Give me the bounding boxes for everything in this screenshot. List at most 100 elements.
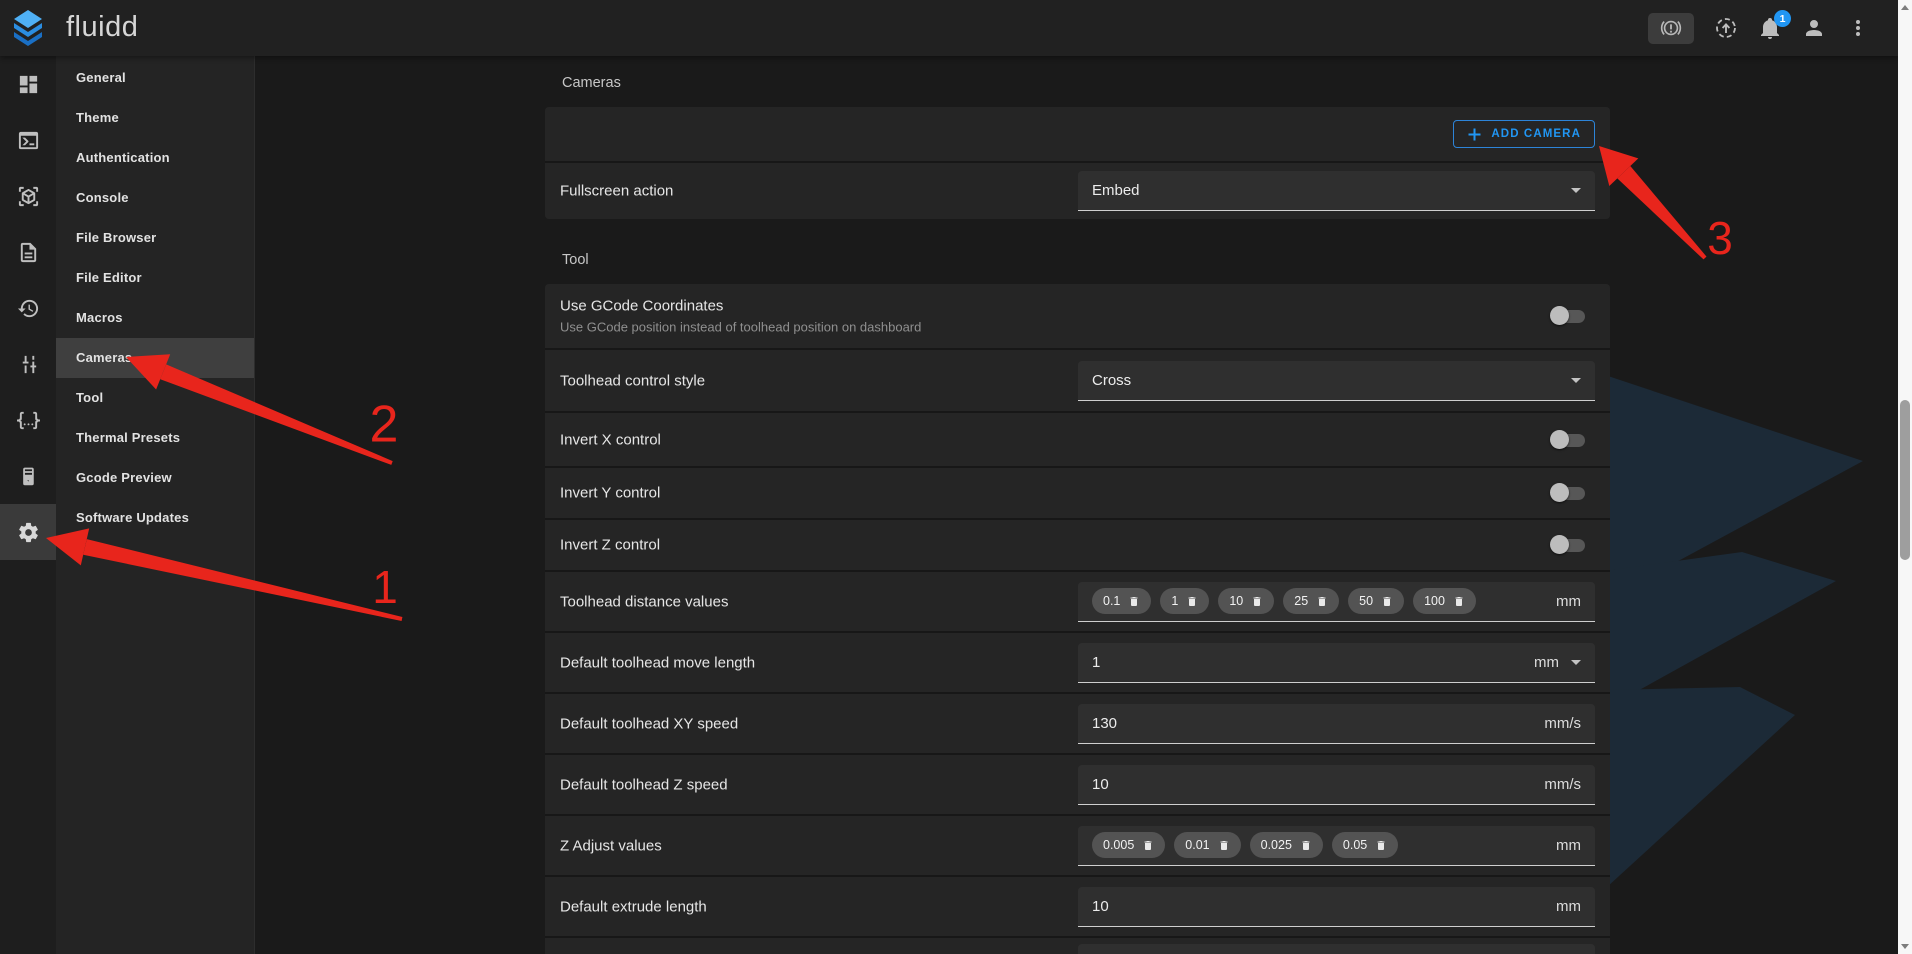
default-xy-speed-input[interactable]: 130 mm/s bbox=[1078, 704, 1595, 744]
chevron-down-icon bbox=[1571, 188, 1581, 193]
fullscreen-action-select[interactable]: Embed bbox=[1078, 171, 1595, 211]
rail-settings-icon[interactable] bbox=[0, 504, 56, 560]
menu-item-gcode-preview[interactable]: Gcode Preview bbox=[56, 458, 254, 498]
trash-icon[interactable] bbox=[1251, 595, 1263, 608]
invert-y-row: Invert Y control bbox=[545, 468, 1610, 518]
menu-item-thermal-presets[interactable]: Thermal Presets bbox=[56, 418, 254, 458]
chevron-down-icon[interactable] bbox=[1571, 660, 1581, 665]
menu-item-macros[interactable]: Macros bbox=[56, 298, 254, 338]
distance-chip[interactable]: 50 bbox=[1348, 588, 1404, 614]
scroll-up-arrow-icon[interactable] bbox=[1901, 5, 1909, 10]
rail-configure-icon[interactable] bbox=[0, 392, 56, 448]
trash-icon[interactable] bbox=[1218, 839, 1230, 852]
rail-gcode-preview-icon[interactable] bbox=[0, 168, 56, 224]
fluidd-logo-icon[interactable] bbox=[11, 9, 45, 47]
invert-y-toggle[interactable] bbox=[1550, 483, 1586, 503]
invert-x-label: Invert X control bbox=[560, 431, 661, 448]
cameras-card: ADD CAMERA Fullscreen action Embed bbox=[545, 107, 1610, 219]
menu-item-software-updates[interactable]: Software Updates bbox=[56, 498, 254, 538]
cameras-section-title: Cameras bbox=[562, 75, 621, 91]
account-icon bbox=[1802, 16, 1826, 40]
menu-item-general[interactable]: General bbox=[56, 58, 254, 98]
trash-icon[interactable] bbox=[1142, 839, 1154, 852]
app-bar-actions: 1 bbox=[1648, 0, 1870, 56]
toolhead-distance-values-row: Toolhead distance values 0.1 1 10 25 50 … bbox=[545, 572, 1610, 631]
trash-icon[interactable] bbox=[1375, 839, 1387, 852]
scrollbar-thumb[interactable] bbox=[1900, 400, 1910, 560]
default-xy-speed-row: Default toolhead XY speed 130 mm/s bbox=[545, 694, 1610, 753]
unit-suffix: mm bbox=[1556, 837, 1581, 854]
z-adjust-chip[interactable]: 0.01 bbox=[1174, 832, 1240, 858]
menu-item-console[interactable]: Console bbox=[56, 178, 254, 218]
add-camera-label: ADD CAMERA bbox=[1491, 128, 1581, 140]
use-gcode-coordinates-toggle[interactable] bbox=[1550, 306, 1586, 326]
rail-jobs-icon[interactable] bbox=[0, 224, 56, 280]
trash-icon[interactable] bbox=[1128, 595, 1140, 608]
trash-icon[interactable] bbox=[1381, 595, 1393, 608]
annotation-number-2: 2 bbox=[370, 396, 399, 454]
annotation-number-3: 3 bbox=[1707, 212, 1733, 264]
toolhead-control-style-select[interactable]: Cross bbox=[1078, 361, 1595, 401]
rail-tune-icon[interactable] bbox=[0, 336, 56, 392]
tool-section-title: Tool bbox=[562, 252, 589, 268]
app-title: fluidd bbox=[66, 0, 138, 56]
default-extrude-length-label: Default extrude length bbox=[560, 898, 707, 915]
toolhead-distance-values-label: Toolhead distance values bbox=[560, 593, 728, 610]
overflow-menu-button[interactable] bbox=[1846, 16, 1870, 40]
default-move-length-value: 1 bbox=[1092, 654, 1100, 671]
tool-card: Use GCode Coordinates Use GCode position… bbox=[545, 284, 1610, 954]
toolhead-control-style-row: Toolhead control style Cross bbox=[545, 350, 1610, 411]
rail-dashboard-icon[interactable] bbox=[0, 56, 56, 112]
use-gcode-coordinates-row: Use GCode Coordinates Use GCode position… bbox=[545, 284, 1610, 348]
invert-x-toggle[interactable] bbox=[1550, 430, 1586, 450]
menu-item-theme[interactable]: Theme bbox=[56, 98, 254, 138]
emergency-stop-button[interactable] bbox=[1648, 13, 1694, 44]
icon-rail bbox=[0, 56, 56, 954]
menu-item-tool[interactable]: Tool bbox=[56, 378, 254, 418]
add-camera-row: ADD CAMERA bbox=[545, 107, 1610, 161]
distance-chip[interactable]: 100 bbox=[1413, 588, 1476, 614]
distance-chip[interactable]: 0.1 bbox=[1092, 588, 1151, 614]
scroll-down-arrow-icon[interactable] bbox=[1901, 944, 1909, 949]
plus-icon bbox=[1467, 127, 1482, 142]
unit-suffix: mm/s bbox=[1544, 715, 1581, 732]
annotation-number-1: 1 bbox=[372, 561, 398, 613]
use-gcode-coordinates-subtitle: Use GCode position instead of toolhead p… bbox=[560, 320, 921, 335]
trash-icon[interactable] bbox=[1186, 595, 1198, 608]
update-arrow-icon bbox=[1714, 16, 1738, 40]
distance-chip[interactable]: 1 bbox=[1160, 588, 1209, 614]
add-camera-button[interactable]: ADD CAMERA bbox=[1453, 120, 1595, 148]
trash-icon[interactable] bbox=[1316, 595, 1328, 608]
default-move-length-input[interactable]: 1 mm bbox=[1078, 643, 1595, 683]
trash-icon[interactable] bbox=[1300, 839, 1312, 852]
default-z-speed-input[interactable]: 10 mm/s bbox=[1078, 765, 1595, 805]
toolhead-control-style-value: Cross bbox=[1092, 372, 1131, 389]
unit-suffix: mm/s bbox=[1544, 776, 1581, 793]
invert-z-toggle[interactable] bbox=[1550, 535, 1586, 555]
menu-item-authentication[interactable]: Authentication bbox=[56, 138, 254, 178]
distance-chip[interactable]: 10 bbox=[1218, 588, 1274, 614]
distance-chip[interactable]: 25 bbox=[1283, 588, 1339, 614]
rail-history-icon[interactable] bbox=[0, 280, 56, 336]
scrollbar[interactable] bbox=[1898, 0, 1912, 954]
z-adjust-values-row: Z Adjust values 0.005 0.01 0.025 0.05 mm bbox=[545, 816, 1610, 875]
update-status-button[interactable] bbox=[1714, 16, 1738, 40]
notifications-button[interactable]: 1 bbox=[1758, 16, 1782, 40]
menu-item-file-editor[interactable]: File Editor bbox=[56, 258, 254, 298]
unit-suffix: mm bbox=[1534, 654, 1559, 671]
toolhead-control-style-label: Toolhead control style bbox=[560, 372, 705, 389]
z-adjust-chip[interactable]: 0.025 bbox=[1250, 832, 1323, 858]
z-adjust-chip[interactable]: 0.005 bbox=[1092, 832, 1165, 858]
account-button[interactable] bbox=[1802, 16, 1826, 40]
z-adjust-chip[interactable]: 0.05 bbox=[1332, 832, 1398, 858]
menu-item-file-browser[interactable]: File Browser bbox=[56, 218, 254, 258]
default-extrude-length-input[interactable]: 10 mm bbox=[1078, 887, 1595, 927]
menu-item-cameras[interactable]: Cameras bbox=[56, 338, 254, 378]
default-extrude-length-value: 10 bbox=[1092, 898, 1109, 915]
default-move-length-label: Default toolhead move length bbox=[560, 654, 755, 671]
trash-icon[interactable] bbox=[1453, 595, 1465, 608]
invert-z-row: Invert Z control bbox=[545, 520, 1610, 570]
rail-console-icon[interactable] bbox=[0, 112, 56, 168]
rail-system-icon[interactable] bbox=[0, 448, 56, 504]
settings-menu: General Theme Authentication Console Fil… bbox=[56, 56, 255, 954]
